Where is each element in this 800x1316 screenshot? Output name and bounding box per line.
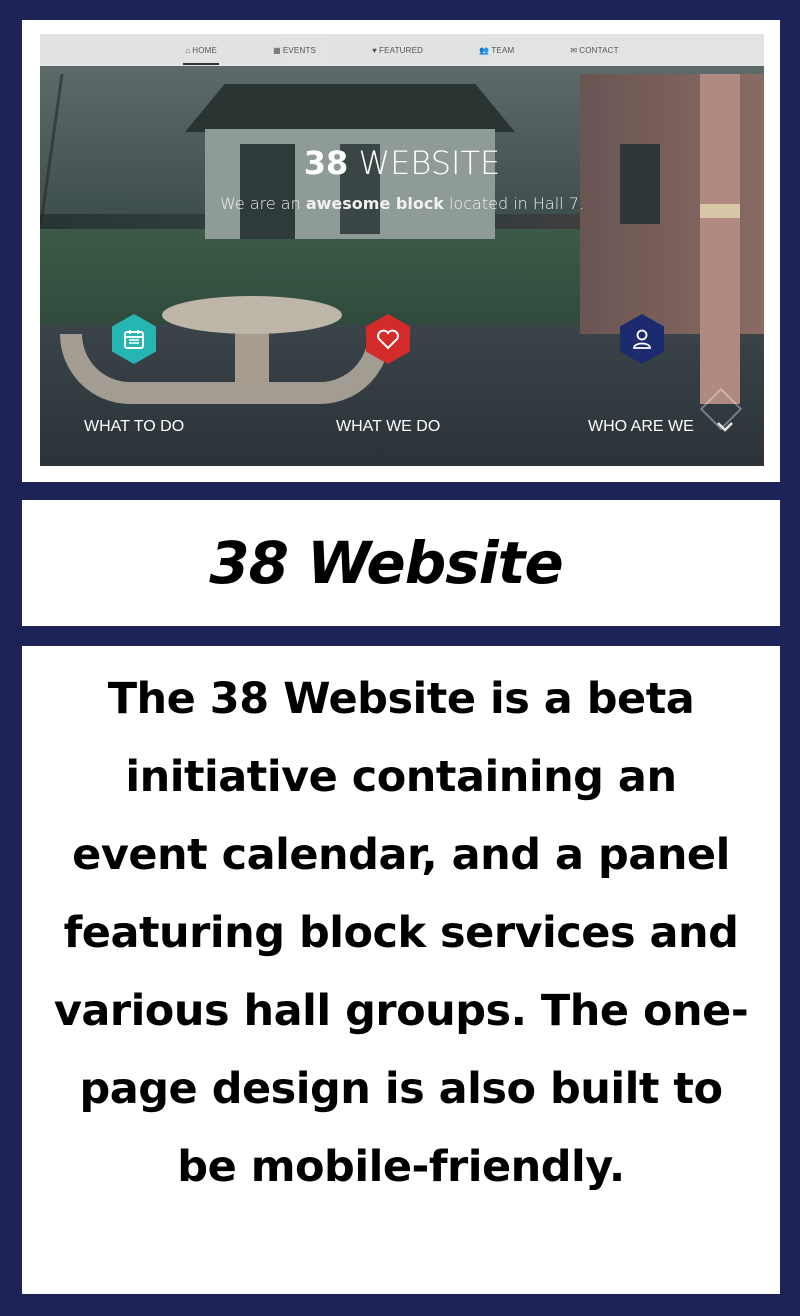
- users-icon: 👥: [479, 45, 490, 55]
- home-icon: ⌂: [185, 45, 191, 55]
- nav-item-team[interactable]: 👥 TEAM: [479, 46, 514, 55]
- hero-title-bold: 38: [303, 144, 349, 182]
- scenery-pillar: [700, 74, 740, 404]
- title-panel: 38 Website: [22, 500, 780, 626]
- hero-subtitle-pre: We are an: [220, 194, 306, 213]
- page-description: The 38 Website is a beta initiative cont…: [53, 674, 749, 1192]
- nav-item-label: CONTACT: [579, 45, 619, 55]
- hero-subtitle: We are an awesome block located in Hall …: [40, 194, 764, 213]
- nav-item-label: TEAM: [491, 45, 515, 55]
- chevron-down-icon[interactable]: [716, 418, 734, 437]
- website-preview: ⌂ HOME ▦ EVENTS ♥ FEATURED 👥 TEAM ✉ CONT…: [40, 34, 764, 466]
- nav-item-home[interactable]: ⌂ HOME: [183, 45, 219, 65]
- feature-label-what-to-do[interactable]: WHAT TO DO: [84, 418, 184, 436]
- screenshot-frame: ⌂ HOME ▦ EVENTS ♥ FEATURED 👥 TEAM ✉ CONT…: [22, 20, 780, 482]
- description-panel: The 38 Website is a beta initiative cont…: [22, 646, 780, 1294]
- nav-item-featured[interactable]: ♥ FEATURED: [372, 46, 423, 55]
- nav-item-events[interactable]: ▦ EVENTS: [273, 46, 316, 55]
- calendar-icon: ▦: [273, 45, 281, 55]
- feature-label-who-are-we[interactable]: WHO ARE WE: [588, 418, 694, 436]
- nav-item-label: HOME: [192, 45, 218, 55]
- feature-label-what-we-do[interactable]: WHAT WE DO: [336, 418, 440, 436]
- nav-item-label: EVENTS: [282, 45, 317, 55]
- scenery-bench: [60, 334, 390, 404]
- hero-subtitle-bold: awesome block: [305, 194, 444, 213]
- top-nav: ⌂ HOME ▦ EVENTS ♥ FEATURED 👥 TEAM ✉ CONT…: [40, 34, 764, 66]
- hero-title: 38 WEBSITE: [40, 144, 764, 182]
- hero-subtitle-post: located in Hall 7.: [443, 194, 584, 213]
- hero-title-light: WEBSITE: [348, 144, 501, 182]
- envelope-icon: ✉: [570, 45, 578, 55]
- scenery-table: [162, 296, 342, 334]
- heart-icon: ♥: [372, 45, 378, 55]
- page-title: 38 Website: [209, 529, 563, 597]
- nav-item-contact[interactable]: ✉ CONTACT: [570, 46, 618, 55]
- nav-item-label: FEATURED: [379, 45, 424, 55]
- scenery-roof: [185, 84, 515, 132]
